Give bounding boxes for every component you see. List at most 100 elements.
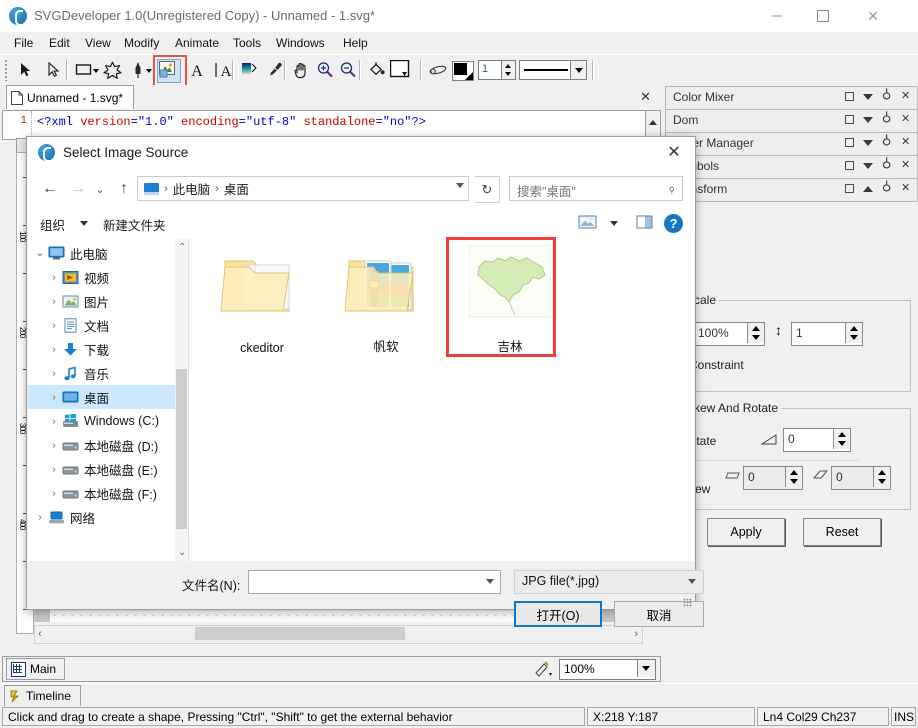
hscroll-thumb[interactable] bbox=[195, 627, 405, 640]
view-layout-icon[interactable] bbox=[578, 214, 600, 234]
tree-item-this-pc[interactable]: ⌄ 此电脑 bbox=[28, 241, 188, 265]
file-item-ckeditor[interactable]: ckeditor bbox=[202, 241, 322, 361]
tree-item-drive-e[interactable]: › 本地磁盘 (E:) bbox=[28, 457, 188, 481]
canvas-horizontal-scrollbar[interactable]: ‹ › bbox=[34, 625, 643, 644]
panel-collapse-icon[interactable] bbox=[863, 137, 874, 148]
chevron-down-icon[interactable] bbox=[486, 579, 494, 584]
scroll-left-icon[interactable]: ‹ bbox=[38, 628, 42, 640]
menu-help[interactable]: Help bbox=[337, 35, 374, 51]
chevron-right-icon[interactable]: › bbox=[46, 392, 62, 403]
chevron-right-icon[interactable]: › bbox=[46, 320, 62, 331]
rectangle-tool-dropdown-icon[interactable] bbox=[93, 69, 99, 73]
tree-item-drive-f[interactable]: › 本地磁盘 (F:) bbox=[28, 481, 188, 505]
open-button[interactable]: 打开(O) bbox=[514, 601, 602, 627]
panel-pin-icon[interactable] bbox=[882, 114, 893, 125]
scale-y-spin[interactable] bbox=[845, 323, 862, 343]
scale-x-spin[interactable] bbox=[747, 323, 764, 343]
text-tool[interactable]: A bbox=[185, 58, 209, 82]
tree-item-network[interactable]: › 网络 bbox=[28, 505, 188, 529]
document-tab[interactable]: Unnamed - 1.svg* bbox=[6, 85, 135, 109]
chevron-right-icon[interactable]: › bbox=[32, 512, 48, 523]
menu-modify[interactable]: Modify bbox=[118, 35, 165, 51]
panel-maximize-icon[interactable] bbox=[844, 137, 855, 148]
menu-animate[interactable]: Animate bbox=[169, 35, 225, 51]
apply-button[interactable]: Apply bbox=[707, 518, 785, 546]
tree-scrollbar[interactable]: ⌃ ⌄ bbox=[175, 239, 188, 561]
stroke-width-spin-buttons[interactable] bbox=[501, 61, 515, 79]
menu-file[interactable]: File bbox=[8, 35, 39, 51]
star-tool[interactable] bbox=[100, 58, 124, 82]
panel-pin-icon[interactable] bbox=[882, 160, 893, 171]
menu-windows[interactable]: Windows bbox=[270, 35, 331, 51]
filetype-select[interactable]: JPG file(*.jpg) bbox=[514, 570, 704, 594]
new-folder-button[interactable]: 新建文件夹 bbox=[103, 215, 166, 234]
panel-close-icon[interactable] bbox=[901, 181, 912, 194]
image-tool[interactable] bbox=[157, 59, 181, 83]
scroll-up-icon[interactable]: ⌃ bbox=[178, 242, 186, 253]
panel-close-icon[interactable] bbox=[901, 135, 912, 148]
hand-tool[interactable] bbox=[289, 58, 313, 82]
skew-x-spin[interactable] bbox=[785, 467, 802, 487]
up-icon[interactable]: ↑ bbox=[113, 178, 135, 200]
panel-collapse-icon[interactable] bbox=[863, 114, 874, 125]
timeline-tab[interactable]: Timeline bbox=[4, 685, 81, 707]
panel-maximize-icon[interactable] bbox=[844, 114, 855, 125]
panel-maximize-icon[interactable] bbox=[844, 183, 855, 194]
panel-expand-icon[interactable] bbox=[863, 183, 874, 194]
menu-view[interactable]: View bbox=[79, 35, 117, 51]
organize-caret-icon[interactable] bbox=[80, 221, 88, 226]
panel-pin-icon[interactable] bbox=[882, 183, 893, 194]
chevron-down-icon[interactable] bbox=[456, 183, 464, 188]
preview-pane-icon[interactable] bbox=[636, 214, 658, 234]
recent-locations-icon[interactable]: ⌄ bbox=[91, 178, 109, 200]
panel-close-icon[interactable] bbox=[901, 158, 912, 171]
paint-bucket-tool[interactable] bbox=[365, 58, 389, 82]
scroll-right-icon[interactable]: › bbox=[634, 628, 638, 640]
file-list[interactable]: ckeditor 帆软 吉林 bbox=[196, 237, 694, 561]
chevron-right-icon[interactable]: › bbox=[46, 464, 62, 475]
pen-tool-dropdown-icon[interactable] bbox=[146, 69, 152, 73]
zoom-level-combo[interactable]: 100% bbox=[559, 659, 656, 680]
back-icon[interactable]: ← bbox=[39, 178, 61, 200]
panel-header-layer-manager[interactable]: Layer Manager bbox=[665, 132, 918, 156]
tree-item-videos[interactable]: › 视频 bbox=[28, 265, 188, 289]
breadcrumb[interactable]: › 此电脑 › 桌面 bbox=[137, 176, 469, 201]
help-button[interactable]: ? bbox=[664, 214, 683, 233]
scale-x-input[interactable]: 100% bbox=[693, 322, 765, 346]
document-tab-close-icon[interactable]: ✕ bbox=[640, 89, 651, 105]
panel-close-icon[interactable] bbox=[901, 112, 912, 125]
gradient-tool[interactable] bbox=[238, 58, 262, 82]
chevron-down-icon[interactable] bbox=[637, 660, 655, 677]
panel-header-dom[interactable]: Dom bbox=[665, 109, 918, 133]
rotate-input[interactable]: 0 bbox=[783, 428, 851, 452]
tree-item-documents[interactable]: › 文档 bbox=[28, 313, 188, 337]
select-arrow-tool[interactable] bbox=[14, 58, 38, 82]
subselect-arrow-tool[interactable] bbox=[42, 58, 66, 82]
scale-y-input[interactable]: 1 bbox=[791, 322, 863, 346]
tree-item-pictures[interactable]: › 图片 bbox=[28, 289, 188, 313]
tree-item-windows-c[interactable]: › Windows (C:) bbox=[28, 409, 188, 433]
chevron-right-icon[interactable]: › bbox=[46, 440, 62, 451]
panel-header-transform[interactable]: Transform bbox=[665, 178, 918, 202]
chevron-down-icon[interactable] bbox=[688, 579, 696, 584]
menu-edit[interactable]: Edit bbox=[43, 35, 76, 51]
file-item-fanruan[interactable]: 帆软 bbox=[326, 241, 446, 361]
dialog-splitter[interactable] bbox=[188, 239, 189, 561]
panel-header-color-mixer[interactable]: Color Mixer bbox=[665, 86, 918, 110]
zoom-in-tool[interactable] bbox=[313, 58, 337, 82]
scroll-down-icon[interactable]: ⌄ bbox=[178, 547, 186, 558]
chevron-right-icon[interactable]: › bbox=[46, 344, 62, 355]
edit-scene-icon[interactable] bbox=[534, 660, 552, 677]
line-style-combo[interactable] bbox=[519, 60, 587, 80]
zoom-out-tool[interactable] bbox=[336, 58, 360, 82]
reset-button[interactable]: Reset bbox=[803, 518, 881, 546]
fill-color-tool[interactable] bbox=[389, 58, 417, 82]
window-close-button[interactable]: ✕ bbox=[850, 0, 896, 31]
panel-pin-icon[interactable] bbox=[882, 137, 893, 148]
tree-item-music[interactable]: › 音乐 bbox=[28, 361, 188, 385]
stroke-color-swatch[interactable] bbox=[452, 61, 474, 81]
chevron-down-icon[interactable] bbox=[570, 61, 586, 79]
forward-icon[interactable]: → bbox=[67, 178, 89, 200]
refresh-button[interactable]: ↻ bbox=[475, 176, 500, 203]
panel-collapse-icon[interactable] bbox=[863, 91, 874, 102]
